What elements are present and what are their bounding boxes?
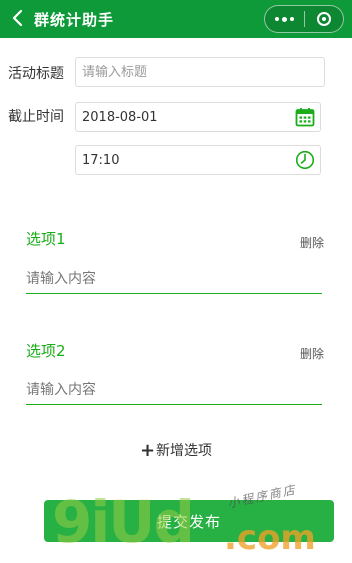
chevron-left-icon: [12, 9, 23, 27]
watermark-domain: .com: [224, 518, 316, 558]
navigation-bar: 群统计助手: [0, 0, 352, 38]
option-2-delete-button[interactable]: 删除: [300, 345, 324, 362]
option-2-title: 选项2: [26, 342, 66, 360]
date-picker[interactable]: 2018-08-01: [75, 102, 321, 132]
option-1-title: 选项1: [26, 230, 66, 248]
more-dots-icon: [274, 17, 279, 21]
deadline-label: 截止时间: [8, 109, 64, 125]
time-picker[interactable]: 17:10: [75, 145, 321, 175]
option-1-input[interactable]: [26, 264, 322, 294]
title-input[interactable]: [82, 64, 324, 80]
clock-icon[interactable]: [295, 150, 315, 170]
watermark-logo: 9iUd: [52, 488, 195, 556]
more-button[interactable]: [265, 6, 304, 32]
back-button[interactable]: [6, 6, 30, 30]
plus-icon: +: [139, 440, 156, 461]
mini-program-close-icon: [316, 12, 331, 26]
add-option-label: 新增选项: [156, 443, 213, 459]
mini-program-capsule: [264, 5, 344, 33]
date-value: 2018-08-01: [82, 109, 158, 125]
calendar-icon[interactable]: [295, 107, 315, 127]
add-option-button[interactable]: +新增选项: [0, 440, 352, 461]
time-value: 17:10: [82, 152, 120, 168]
title-label: 活动标题: [8, 66, 64, 82]
option-2-input[interactable]: [26, 375, 322, 405]
close-button[interactable]: [304, 6, 343, 32]
page-title: 群统计助手: [34, 11, 115, 29]
title-field[interactable]: [75, 57, 325, 87]
option-1-delete-button[interactable]: 删除: [300, 234, 324, 251]
